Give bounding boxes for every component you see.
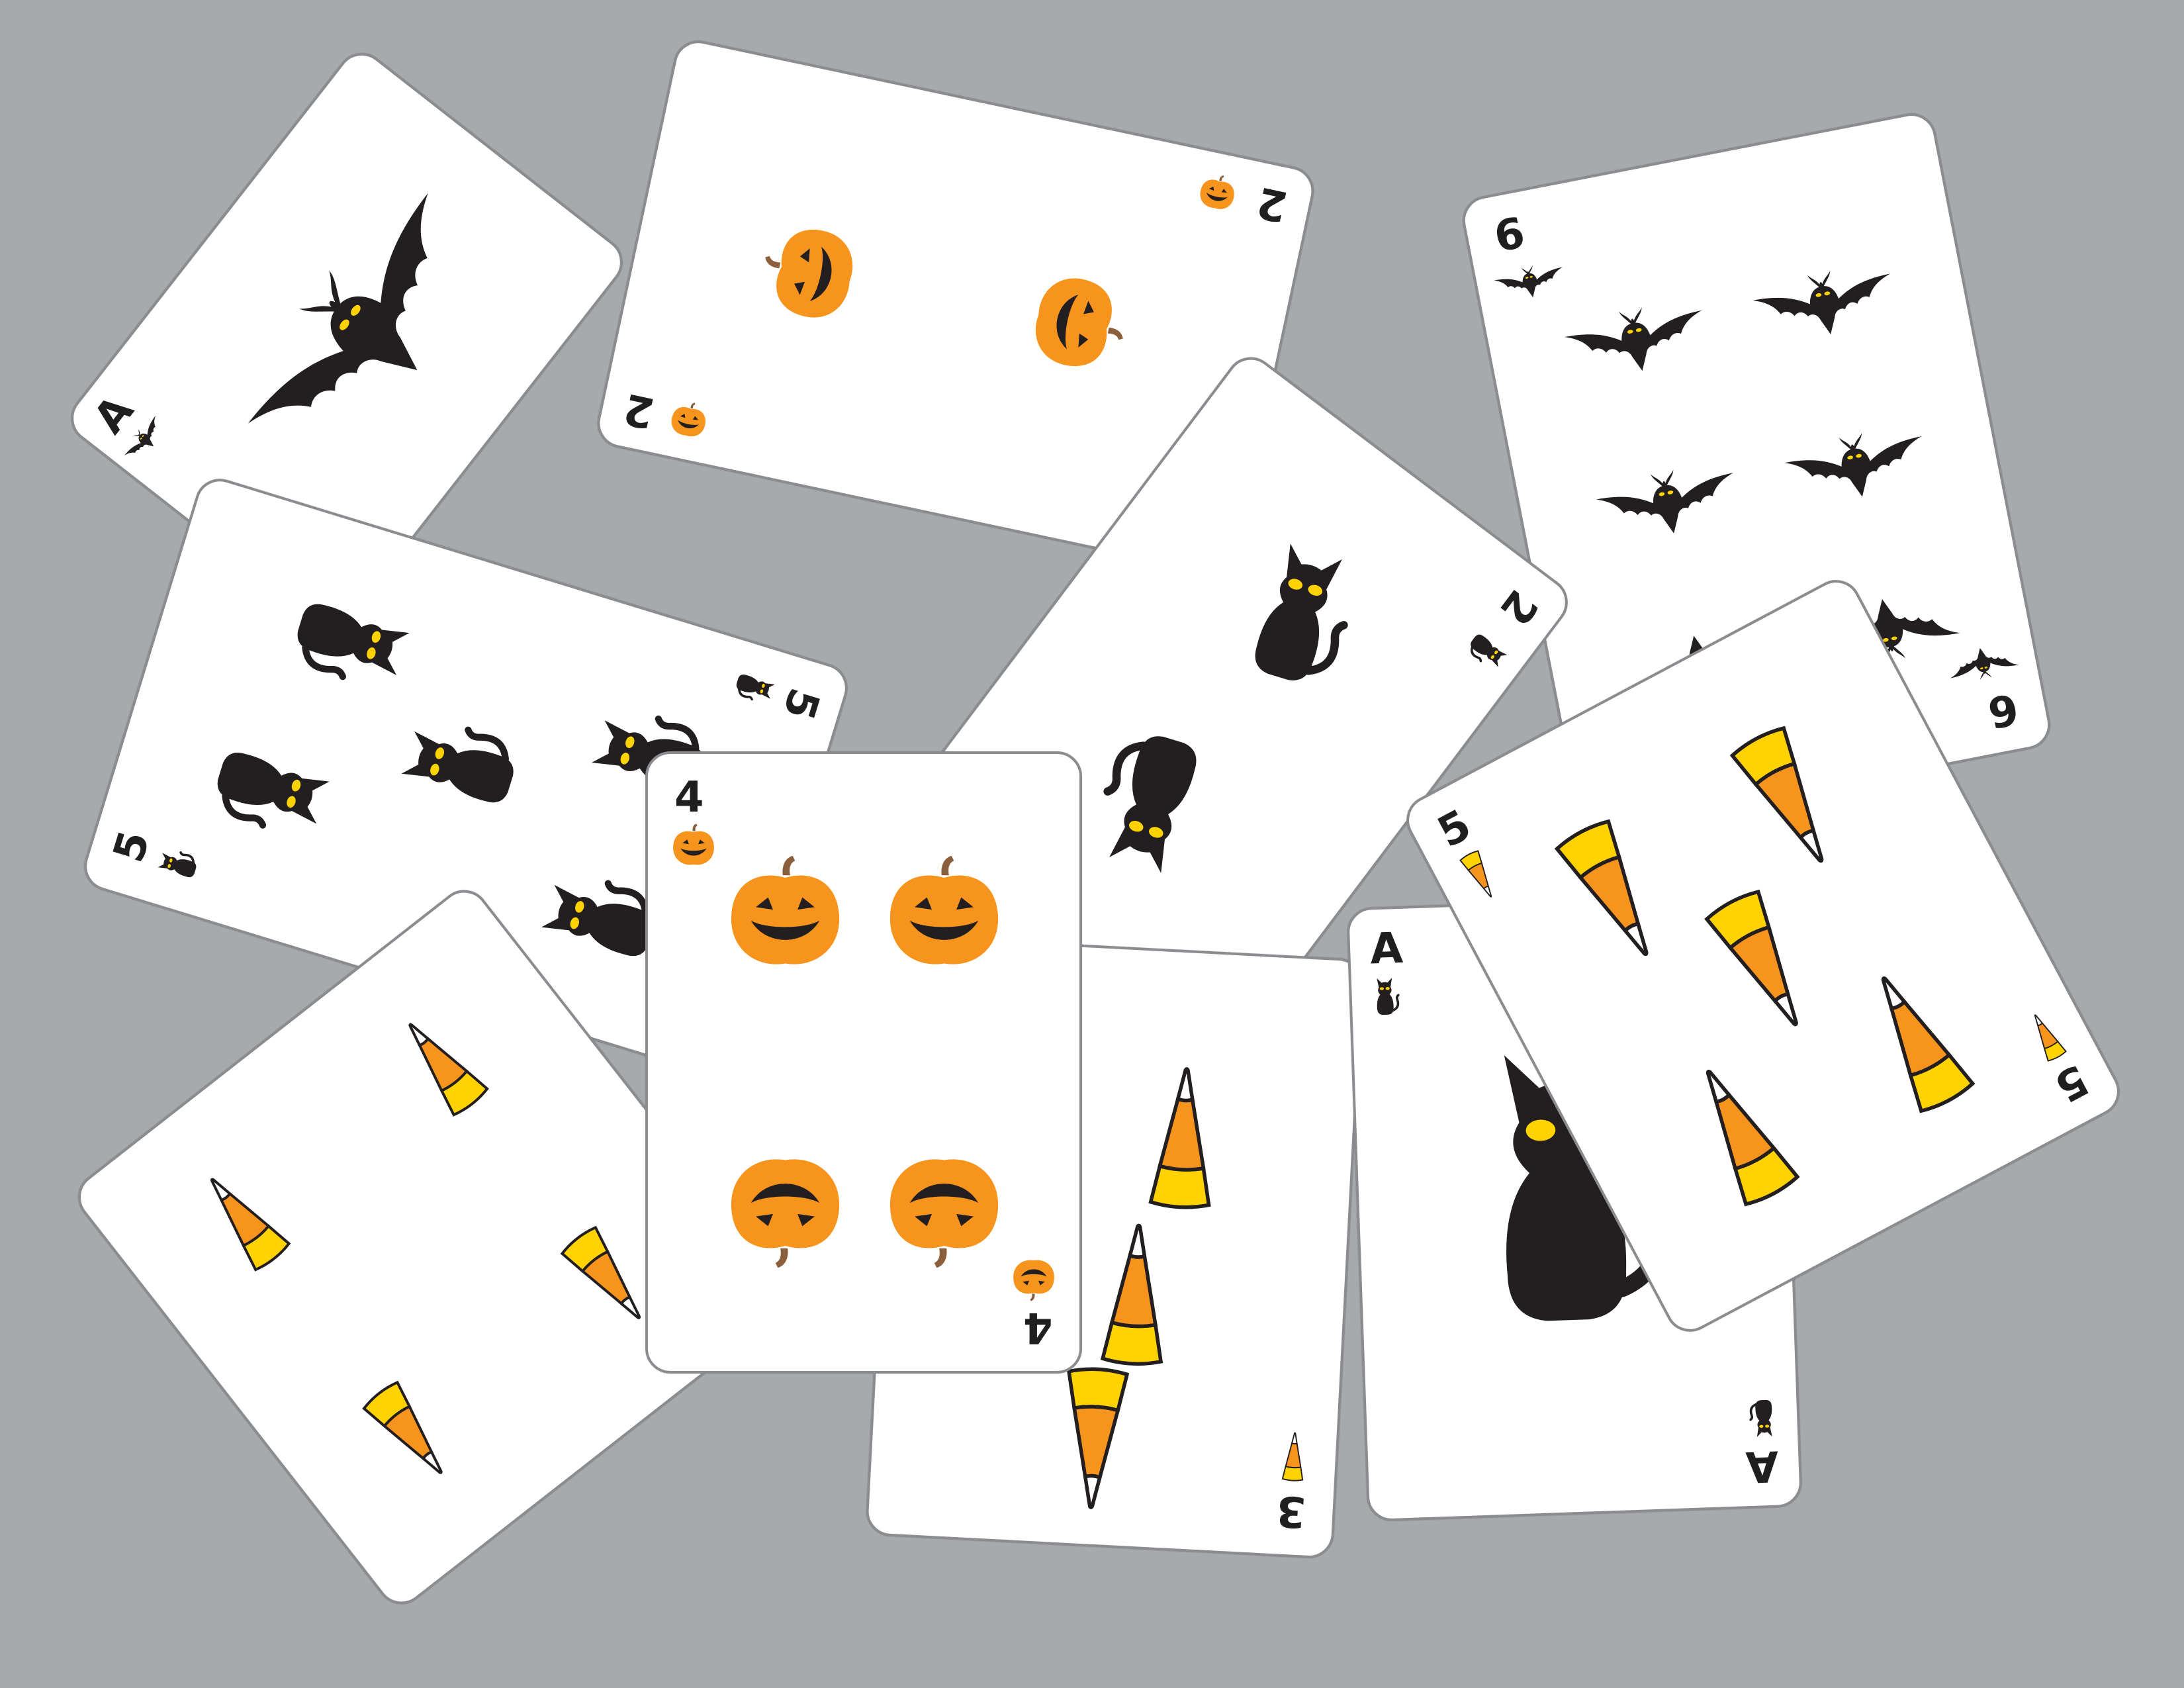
candy-corn-icon [1547,812,1680,974]
rank-label: 2 [619,383,659,438]
pumpkin-icon [724,1148,846,1270]
card-four-pumpkins[interactable]: 4 4 [645,751,1082,1374]
rank-label: A [1369,923,1404,974]
cat-icon [203,729,342,846]
rank-label: 5 [1430,800,1479,858]
pumpkin-icon [883,853,1005,976]
candy-corn-icon [388,1006,495,1122]
cat-icon [1082,718,1226,888]
pumpkin-icon [1195,170,1240,216]
cat-icon [283,580,422,697]
bat-icon [1558,291,1715,391]
rank-label: A [1745,1440,1780,1491]
rank-label: 3 [1275,1485,1308,1536]
pumpkin-icon [883,1148,1005,1270]
bat-icon [1590,453,1747,553]
cat-icon [1749,1397,1779,1439]
pumpkin-icon [1019,264,1136,382]
candy-corn-icon [189,1161,296,1277]
candy-corn-icon [1723,718,1855,881]
candy-corn-icon [1143,1063,1223,1212]
cat-icon [1463,626,1514,674]
rank-label: 4 [1023,1303,1053,1352]
rank-label: 5 [104,825,160,868]
rank-label: 2 [1490,581,1547,634]
rank-label: 4 [674,773,704,822]
candy-corn-icon [357,1375,464,1491]
candy-corn-icon [1697,882,1829,1045]
bat-icon [1747,255,1903,354]
candy-corn-icon [1850,958,1982,1121]
rank-label: 5 [773,682,829,726]
rank-label: 2 [1253,177,1293,231]
bat-icon [1778,417,1935,516]
rank-label: 6 [1984,682,2023,737]
candy-corn-icon [1457,847,1502,904]
cat-icon [1226,528,1369,698]
pumpkin-icon [670,823,717,869]
rank-label: 6 [1490,209,1529,263]
bat-icon [1491,258,1569,307]
card-table: A 2 2 6 6 5 5 2 3 A A 5 5 4 4 [0,0,2184,1688]
candy-corn-icon [1095,1220,1175,1369]
cat-icon [1370,975,1400,1017]
bat-icon [213,164,520,498]
rank-label: 5 [2047,1054,2097,1111]
pumpkin-icon [1011,1256,1057,1302]
cat-icon [389,710,528,827]
pumpkin-icon [724,853,846,976]
cat-icon [154,845,201,885]
cat-icon [731,667,779,706]
candy-corn-icon [1054,1364,1134,1513]
pumpkin-icon [752,214,870,332]
candy-corn-icon [1674,1051,1807,1214]
candy-corn-icon [2023,1008,2069,1064]
candy-corn-icon [1280,1431,1308,1483]
pumpkin-icon [666,397,711,443]
